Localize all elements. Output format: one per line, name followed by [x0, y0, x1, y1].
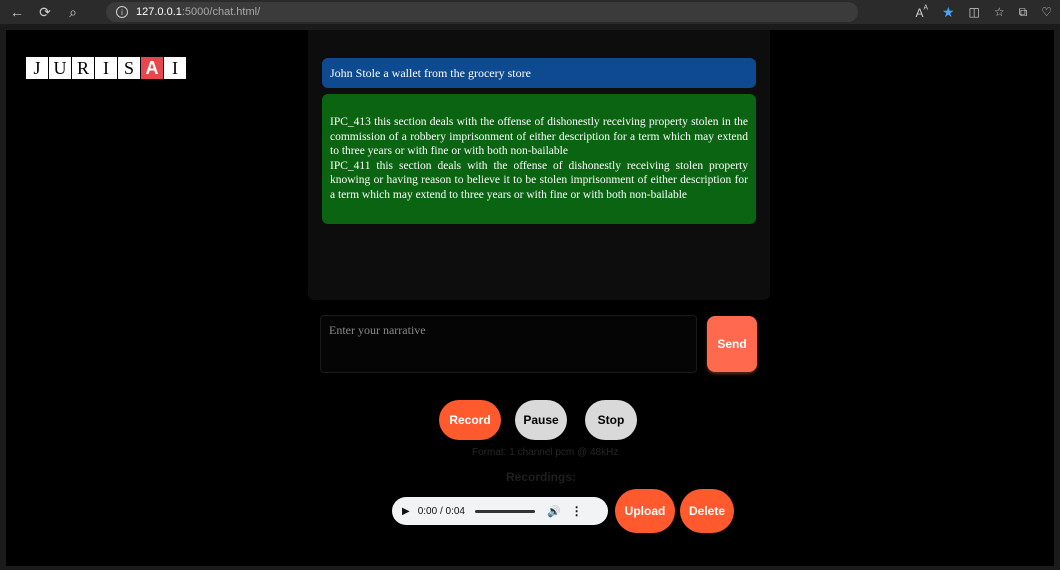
logo-letter: I: [164, 57, 186, 79]
pause-button[interactable]: Pause: [515, 400, 567, 440]
delete-button[interactable]: Delete: [680, 489, 734, 533]
split-screen-icon[interactable]: ◫: [969, 5, 980, 19]
audio-progress-slider[interactable]: [474, 509, 535, 513]
logo-letter: R: [72, 57, 94, 79]
read-aloud-icon[interactable]: Aᴬ: [915, 4, 928, 20]
send-button[interactable]: Send: [707, 316, 757, 372]
format-text: Format: 1 channel pcm @ 48kHz: [472, 447, 619, 458]
logo-letter: S: [118, 57, 140, 79]
more-options-icon[interactable]: ⋮: [571, 504, 583, 518]
audio-time: 0:00 / 0:04: [417, 505, 465, 517]
url-path: :5000/chat.html/: [181, 6, 261, 18]
collections-icon[interactable]: ⧉: [1019, 5, 1028, 20]
play-icon[interactable]: ▶: [402, 506, 410, 517]
record-button[interactable]: Record: [439, 400, 501, 440]
search-icon[interactable]: ⌕: [62, 1, 84, 23]
browser-toolbar: ← ⟳ ⌕ i 127.0.0.1:5000/chat.html/ Aᴬ ★ ◫…: [0, 0, 1060, 24]
favorite-star-icon[interactable]: ★: [942, 4, 955, 21]
recordings-heading: Recordings:: [506, 470, 577, 484]
bot-message-line: IPC_411 this section deals with the offe…: [330, 159, 748, 201]
volume-icon[interactable]: 🔊: [547, 505, 561, 518]
page: J U R I S A I John Stole a wallet from t…: [6, 30, 1054, 566]
audio-player[interactable]: ▶ 0:00 / 0:04 🔊 ⋮: [392, 497, 608, 525]
narrative-input[interactable]: Enter your narrative: [320, 315, 697, 373]
url-host: 127.0.0.1: [136, 6, 182, 18]
browser-actions: Aᴬ ★ ◫ ☆ ⧉ ♡: [915, 2, 1052, 22]
upload-button[interactable]: Upload: [615, 489, 675, 533]
logo-letter: U: [49, 57, 71, 79]
refresh-icon[interactable]: ⟳: [34, 1, 56, 23]
logo-letter: I: [95, 57, 117, 79]
address-bar[interactable]: i 127.0.0.1:5000/chat.html/: [106, 2, 858, 22]
logo-letter-highlight: A: [141, 57, 163, 79]
user-message: John Stole a wallet from the grocery sto…: [322, 58, 756, 88]
favorites-icon[interactable]: ☆: [994, 5, 1005, 19]
chat-window: John Stole a wallet from the grocery sto…: [308, 30, 770, 300]
stop-button[interactable]: Stop: [585, 400, 637, 440]
jurisai-logo: J U R I S A I: [26, 57, 187, 79]
logo-letter: J: [26, 57, 48, 79]
back-icon[interactable]: ←: [6, 1, 28, 23]
browser-essentials-icon[interactable]: ♡: [1041, 5, 1052, 19]
bot-message-line: IPC_413 this section deals with the offe…: [330, 116, 748, 157]
bot-message: IPC_413 this section deals with the offe…: [322, 94, 756, 224]
info-icon[interactable]: i: [116, 6, 128, 18]
